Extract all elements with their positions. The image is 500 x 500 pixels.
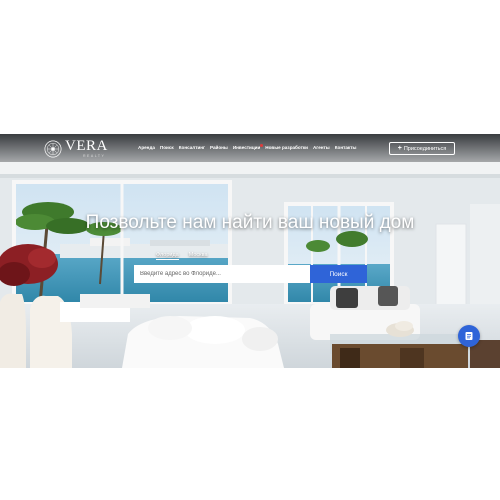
join-label: Присоединиться — [403, 145, 447, 152]
logo-name: VERA — [65, 138, 108, 154]
join-button[interactable]: + Присоединиться — [389, 142, 455, 155]
nav-new-developments[interactable]: Новые разработки — [265, 145, 308, 150]
main-nav: Аренда Поиск Консалтинг Районы Инвестици… — [138, 144, 357, 150]
plus-icon: + — [397, 145, 402, 152]
nav-investments-label: Инвестиции — [232, 145, 261, 150]
hero-background-image — [0, 134, 500, 368]
nav-rent[interactable]: Аренда — [138, 145, 155, 150]
hero-banner: VERA REALTY Аренда Поиск Консалтинг Райо… — [0, 134, 500, 368]
sunburst-seal-icon — [44, 140, 62, 158]
search-bar: Поиск — [134, 265, 367, 283]
nav-districts[interactable]: Районы — [210, 145, 228, 150]
nav-search[interactable]: Поиск — [160, 145, 174, 150]
location-tabs: Флорида Москва — [156, 252, 208, 260]
chat-document-icon — [465, 332, 473, 340]
logo[interactable]: VERA REALTY — [44, 139, 108, 159]
nav-contacts[interactable]: Контакты — [335, 145, 357, 150]
search-button[interactable]: Поиск — [310, 265, 367, 283]
nav-agents[interactable]: Агенты — [313, 145, 330, 150]
hero-headline: Позвольте нам найти ваш новый дом — [85, 212, 415, 233]
nav-consulting[interactable]: Консалтинг — [179, 145, 205, 150]
nav-investments[interactable]: Инвестиции — [232, 144, 264, 150]
new-indicator-dot — [260, 144, 264, 147]
logo-subtitle: REALTY — [83, 154, 106, 158]
search-input[interactable] — [134, 265, 310, 283]
tab-florida[interactable]: Флорида — [156, 252, 179, 260]
tab-moscow[interactable]: Москва — [189, 252, 208, 260]
chat-button[interactable] — [458, 325, 480, 347]
